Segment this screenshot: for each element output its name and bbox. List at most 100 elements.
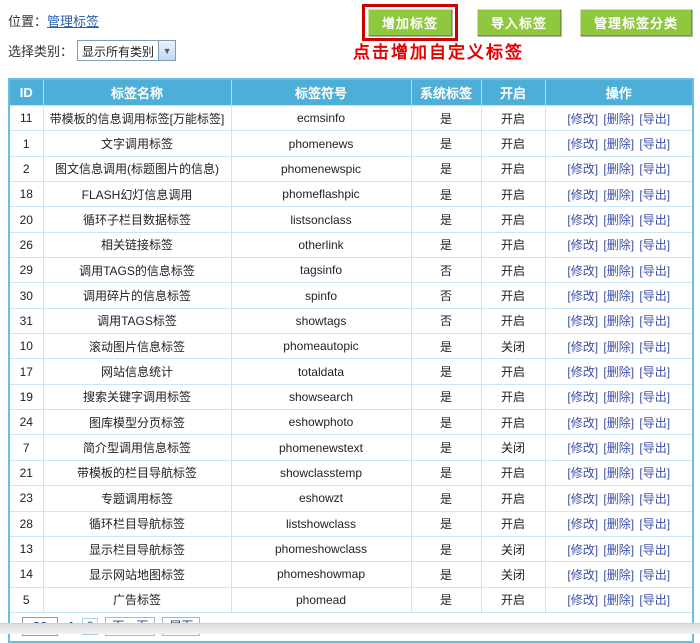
tag-operations-cell: [修改] [删除] [导出] bbox=[545, 536, 693, 561]
modify-link[interactable]: [修改] bbox=[567, 416, 598, 430]
import-tag-button[interactable]: 导入标签 bbox=[477, 9, 561, 36]
tag-symbol-cell: phomenewstext bbox=[231, 435, 411, 460]
modify-link[interactable]: [修改] bbox=[567, 441, 598, 455]
modify-link[interactable]: [修改] bbox=[567, 568, 598, 582]
tag-status-cell: 开启 bbox=[481, 308, 545, 333]
tag-status-cell: 开启 bbox=[481, 384, 545, 409]
export-link[interactable]: [导出] bbox=[639, 593, 670, 607]
modify-link[interactable]: [修改] bbox=[567, 112, 598, 126]
delete-link[interactable]: [删除] bbox=[603, 492, 634, 506]
modify-link[interactable]: [修改] bbox=[567, 264, 598, 278]
export-link[interactable]: [导出] bbox=[639, 517, 670, 531]
modify-link[interactable]: [修改] bbox=[567, 517, 598, 531]
tag-id-cell: 24 bbox=[9, 410, 43, 435]
breadcrumb-label: 位置： bbox=[8, 14, 47, 29]
export-link[interactable]: [导出] bbox=[639, 188, 670, 202]
tag-system-cell: 是 bbox=[411, 207, 481, 232]
tag-id-cell: 29 bbox=[9, 258, 43, 283]
modify-link[interactable]: [修改] bbox=[567, 492, 598, 506]
modify-link[interactable]: [修改] bbox=[567, 238, 598, 252]
modify-link[interactable]: [修改] bbox=[567, 340, 598, 354]
breadcrumb-link-manage-tags[interactable]: 管理标签 bbox=[47, 14, 99, 29]
delete-link[interactable]: [删除] bbox=[603, 289, 634, 303]
tag-id-cell: 14 bbox=[9, 562, 43, 587]
annotation-text: 点击增加自定义标签 bbox=[353, 38, 524, 63]
delete-link[interactable]: [删除] bbox=[603, 593, 634, 607]
export-link[interactable]: [导出] bbox=[639, 390, 670, 404]
delete-link[interactable]: [删除] bbox=[603, 416, 634, 430]
modify-link[interactable]: [修改] bbox=[567, 289, 598, 303]
modify-link[interactable]: [修改] bbox=[567, 466, 598, 480]
tag-system-cell: 是 bbox=[411, 511, 481, 536]
header-system-tag: 系统标签 bbox=[411, 79, 481, 106]
delete-link[interactable]: [删除] bbox=[603, 238, 634, 252]
export-link[interactable]: [导出] bbox=[639, 568, 670, 582]
export-link[interactable]: [导出] bbox=[639, 112, 670, 126]
add-tag-button[interactable]: 增加标签 bbox=[368, 9, 452, 36]
tag-status-cell: 关闭 bbox=[481, 334, 545, 359]
modify-link[interactable]: [修改] bbox=[567, 137, 598, 151]
modify-link[interactable]: [修改] bbox=[567, 593, 598, 607]
modify-link[interactable]: [修改] bbox=[567, 543, 598, 557]
tag-operations-cell: [修改] [删除] [导出] bbox=[545, 587, 693, 612]
delete-link[interactable]: [删除] bbox=[603, 137, 634, 151]
table-row: 2 图文信息调用(标题图片的信息) phomenewspic 是 开启 [修改]… bbox=[9, 156, 693, 181]
modify-link[interactable]: [修改] bbox=[567, 188, 598, 202]
delete-link[interactable]: [删除] bbox=[603, 264, 634, 278]
export-link[interactable]: [导出] bbox=[639, 492, 670, 506]
delete-link[interactable]: [删除] bbox=[603, 162, 634, 176]
tag-name-cell: 相关链接标签 bbox=[43, 232, 231, 257]
tag-system-cell: 是 bbox=[411, 131, 481, 156]
tag-id-cell: 19 bbox=[9, 384, 43, 409]
tag-id-cell: 28 bbox=[9, 511, 43, 536]
export-link[interactable]: [导出] bbox=[639, 466, 670, 480]
export-link[interactable]: [导出] bbox=[639, 543, 670, 557]
tag-name-cell: 网站信息统计 bbox=[43, 359, 231, 384]
delete-link[interactable]: [删除] bbox=[603, 365, 634, 379]
delete-link[interactable]: [删除] bbox=[603, 568, 634, 582]
tag-symbol-cell: showsearch bbox=[231, 384, 411, 409]
delete-link[interactable]: [删除] bbox=[603, 517, 634, 531]
modify-link[interactable]: [修改] bbox=[567, 365, 598, 379]
tag-operations-cell: [修改] [删除] [导出] bbox=[545, 435, 693, 460]
delete-link[interactable]: [删除] bbox=[603, 213, 634, 227]
export-link[interactable]: [导出] bbox=[639, 314, 670, 328]
export-link[interactable]: [导出] bbox=[639, 213, 670, 227]
table-header-row: ID 标签名称 标签符号 系统标签 开启 操作 bbox=[9, 79, 693, 106]
tag-operations-cell: [修改] [删除] [导出] bbox=[545, 283, 693, 308]
modify-link[interactable]: [修改] bbox=[567, 162, 598, 176]
manage-tag-categories-button[interactable]: 管理标签分类 bbox=[580, 9, 692, 36]
export-link[interactable]: [导出] bbox=[639, 340, 670, 354]
export-link[interactable]: [导出] bbox=[639, 264, 670, 278]
delete-link[interactable]: [删除] bbox=[603, 188, 634, 202]
tag-operations-cell: [修改] [删除] [导出] bbox=[545, 207, 693, 232]
tag-id-cell: 2 bbox=[9, 156, 43, 181]
tag-symbol-cell: listshowclass bbox=[231, 511, 411, 536]
export-link[interactable]: [导出] bbox=[639, 137, 670, 151]
tag-symbol-cell: spinfo bbox=[231, 283, 411, 308]
export-link[interactable]: [导出] bbox=[639, 162, 670, 176]
delete-link[interactable]: [删除] bbox=[603, 390, 634, 404]
export-link[interactable]: [导出] bbox=[639, 289, 670, 303]
delete-link[interactable]: [删除] bbox=[603, 543, 634, 557]
export-link[interactable]: [导出] bbox=[639, 365, 670, 379]
modify-link[interactable]: [修改] bbox=[567, 314, 598, 328]
category-row: 选择类别： 显示所有类别 ▼ bbox=[8, 40, 176, 61]
delete-link[interactable]: [删除] bbox=[603, 314, 634, 328]
modify-link[interactable]: [修改] bbox=[567, 213, 598, 227]
tag-id-cell: 18 bbox=[9, 182, 43, 207]
chevron-down-icon[interactable]: ▼ bbox=[158, 41, 175, 60]
header-status: 开启 bbox=[481, 79, 545, 106]
tag-symbol-cell: phomeshowmap bbox=[231, 562, 411, 587]
export-link[interactable]: [导出] bbox=[639, 441, 670, 455]
modify-link[interactable]: [修改] bbox=[567, 390, 598, 404]
export-link[interactable]: [导出] bbox=[639, 416, 670, 430]
export-link[interactable]: [导出] bbox=[639, 238, 670, 252]
delete-link[interactable]: [删除] bbox=[603, 441, 634, 455]
delete-link[interactable]: [删除] bbox=[603, 466, 634, 480]
tag-status-cell: 开启 bbox=[481, 283, 545, 308]
delete-link[interactable]: [删除] bbox=[603, 112, 634, 126]
delete-link[interactable]: [删除] bbox=[603, 340, 634, 354]
tag-status-cell: 开启 bbox=[481, 511, 545, 536]
category-select[interactable]: 显示所有类别 ▼ bbox=[77, 40, 176, 61]
